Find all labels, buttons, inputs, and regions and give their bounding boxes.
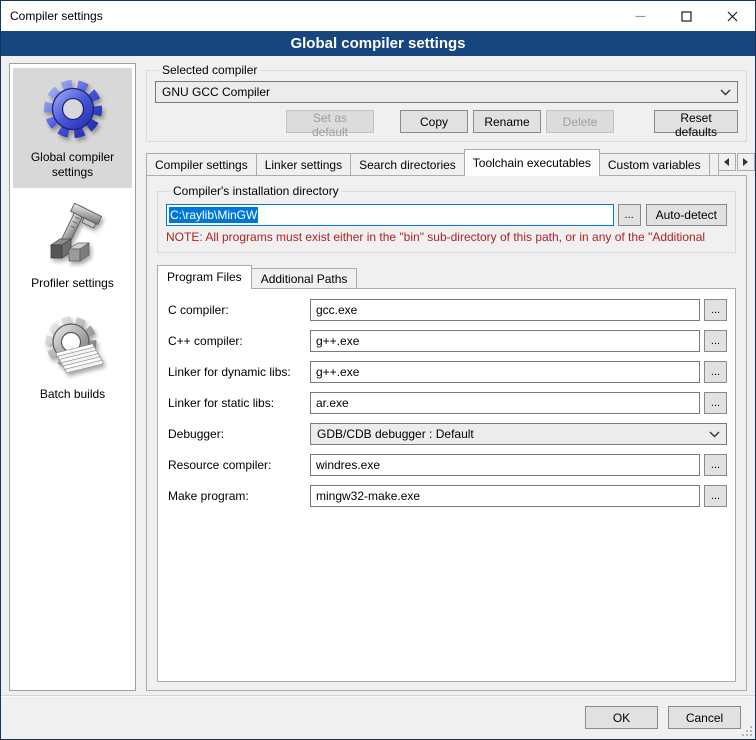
dynamic-linker-input[interactable] [310,361,700,383]
caliper-icon [41,203,105,267]
gear-blue-icon [41,77,105,141]
cpp-compiler-browse-button[interactable]: ... [704,330,727,352]
minimize-button[interactable] [617,1,663,31]
cpp-compiler-label: C++ compiler: [168,334,310,348]
settings-category-list: Global compiler settings [9,63,136,691]
c-compiler-input[interactable] [310,299,700,321]
tab-additional-paths[interactable]: Additional Paths [251,268,358,288]
debugger-value: GDB/CDB debugger : Default [317,427,703,441]
tab-toolchain-executables[interactable]: Toolchain executables [464,149,600,176]
debugger-label: Debugger: [168,427,310,441]
close-icon [727,11,738,22]
make-program-label: Make program: [168,489,310,503]
maximize-icon [681,11,692,22]
field-row-resource-compiler: Resource compiler: ... [168,454,727,476]
field-row-debugger: Debugger: GDB/CDB debugger : Default [168,423,727,445]
toolchain-executables-page: Compiler's installation directory C:\ray… [146,175,747,691]
settings-tabs: Compiler settings Linker settings Search… [146,148,747,175]
compiler-actions-row: Set as default Copy Rename Delete Reset … [155,110,738,133]
main-panel: Selected compiler GNU GCC Compiler Set a… [146,63,747,695]
maximize-button[interactable] [663,1,709,31]
c-compiler-label: C compiler: [168,303,310,317]
selected-compiler-value: GNU GCC Compiler [162,85,714,99]
make-program-input[interactable] [310,485,700,507]
installation-directory-input[interactable]: C:\raylib\MinGW [166,204,614,226]
tab-program-files[interactable]: Program Files [157,265,252,289]
sidebar-item-label: Profiler settings [31,276,114,291]
make-program-browse-button[interactable]: ... [704,485,727,507]
field-row-cpp-compiler: C++ compiler: ... [168,330,727,352]
tab-scroll-left-button[interactable] [718,153,736,171]
window-title: Compiler settings [1,9,103,23]
chevron-down-icon [709,431,720,438]
installation-directory-group: Compiler's installation directory C:\ray… [157,184,736,253]
rename-button[interactable]: Rename [473,110,541,133]
arrow-right-icon [743,158,748,166]
installation-directory-row: C:\raylib\MinGW ... Auto-detect [166,204,727,226]
compiler-settings-dialog: Compiler settings Global compiler settin… [0,0,756,740]
close-button[interactable] [709,1,755,31]
arrow-left-icon [724,158,729,166]
browse-directory-button[interactable]: ... [618,204,641,226]
sidebar-item-profiler-settings[interactable]: Profiler settings [13,194,132,299]
bin-subdirectory-note: NOTE: All programs must exist either in … [166,230,727,244]
field-row-dynamic-linker: Linker for dynamic libs: ... [168,361,727,383]
static-linker-label: Linker for static libs: [168,396,310,410]
sidebar-item-global-compiler-settings[interactable]: Global compiler settings [13,68,132,188]
chevron-down-icon [720,89,731,96]
dynamic-linker-browse-button[interactable]: ... [704,361,727,383]
titlebar[interactable]: Compiler settings [1,1,755,31]
gear-batch-icon [41,314,105,378]
resource-compiler-label: Resource compiler: [168,458,310,472]
static-linker-browse-button[interactable]: ... [704,392,727,414]
ok-button[interactable]: OK [585,706,658,729]
tab-compiler-settings[interactable]: Compiler settings [146,153,257,175]
dynamic-linker-label: Linker for dynamic libs: [168,365,310,379]
copy-button[interactable]: Copy [400,110,468,133]
tab-scroll-right-button[interactable] [737,153,755,171]
sidebar-item-batch-builds[interactable]: Batch builds [13,305,132,410]
c-compiler-browse-button[interactable]: ... [704,299,727,321]
installation-directory-group-label: Compiler's installation directory [170,184,342,198]
tab-scroll-buttons [718,153,755,171]
sidebar-item-label: Batch builds [40,387,105,402]
static-linker-input[interactable] [310,392,700,414]
resource-compiler-input[interactable] [310,454,700,476]
delete-button[interactable]: Delete [546,110,614,133]
tab-linker-settings[interactable]: Linker settings [256,153,351,175]
set-as-default-button[interactable]: Set as default [286,110,374,133]
cpp-compiler-input[interactable] [310,330,700,352]
page-title: Global compiler settings [1,31,755,56]
resource-compiler-browse-button[interactable]: ... [704,454,727,476]
selected-compiler-group: Selected compiler GNU GCC Compiler Set a… [146,63,747,142]
reset-defaults-button[interactable]: Reset defaults [654,110,738,133]
program-files-page: C compiler: ... C++ compiler: ... Linker… [157,288,736,682]
tab-custom-variables[interactable]: Custom variables [599,153,710,175]
resize-grip[interactable] [740,724,753,737]
sidebar-item-label: Global compiler settings [15,150,130,180]
installation-directory-value: C:\raylib\MinGW [169,207,258,223]
caption-buttons [617,1,755,31]
selected-compiler-group-label: Selected compiler [159,63,260,77]
debugger-combo[interactable]: GDB/CDB debugger : Default [310,423,727,445]
tab-search-directories[interactable]: Search directories [350,153,465,175]
program-tabs: Program Files Additional Paths [157,264,736,288]
minimize-icon [635,11,646,22]
field-row-c-compiler: C compiler: ... [168,299,727,321]
field-row-make-program: Make program: ... [168,485,727,507]
auto-detect-button[interactable]: Auto-detect [646,204,727,226]
selected-compiler-combo[interactable]: GNU GCC Compiler [155,81,738,103]
dialog-footer: OK Cancel [1,695,755,739]
cancel-button[interactable]: Cancel [668,706,741,729]
field-row-static-linker: Linker for static libs: ... [168,392,727,414]
dialog-content: Global compiler settings [1,56,755,695]
